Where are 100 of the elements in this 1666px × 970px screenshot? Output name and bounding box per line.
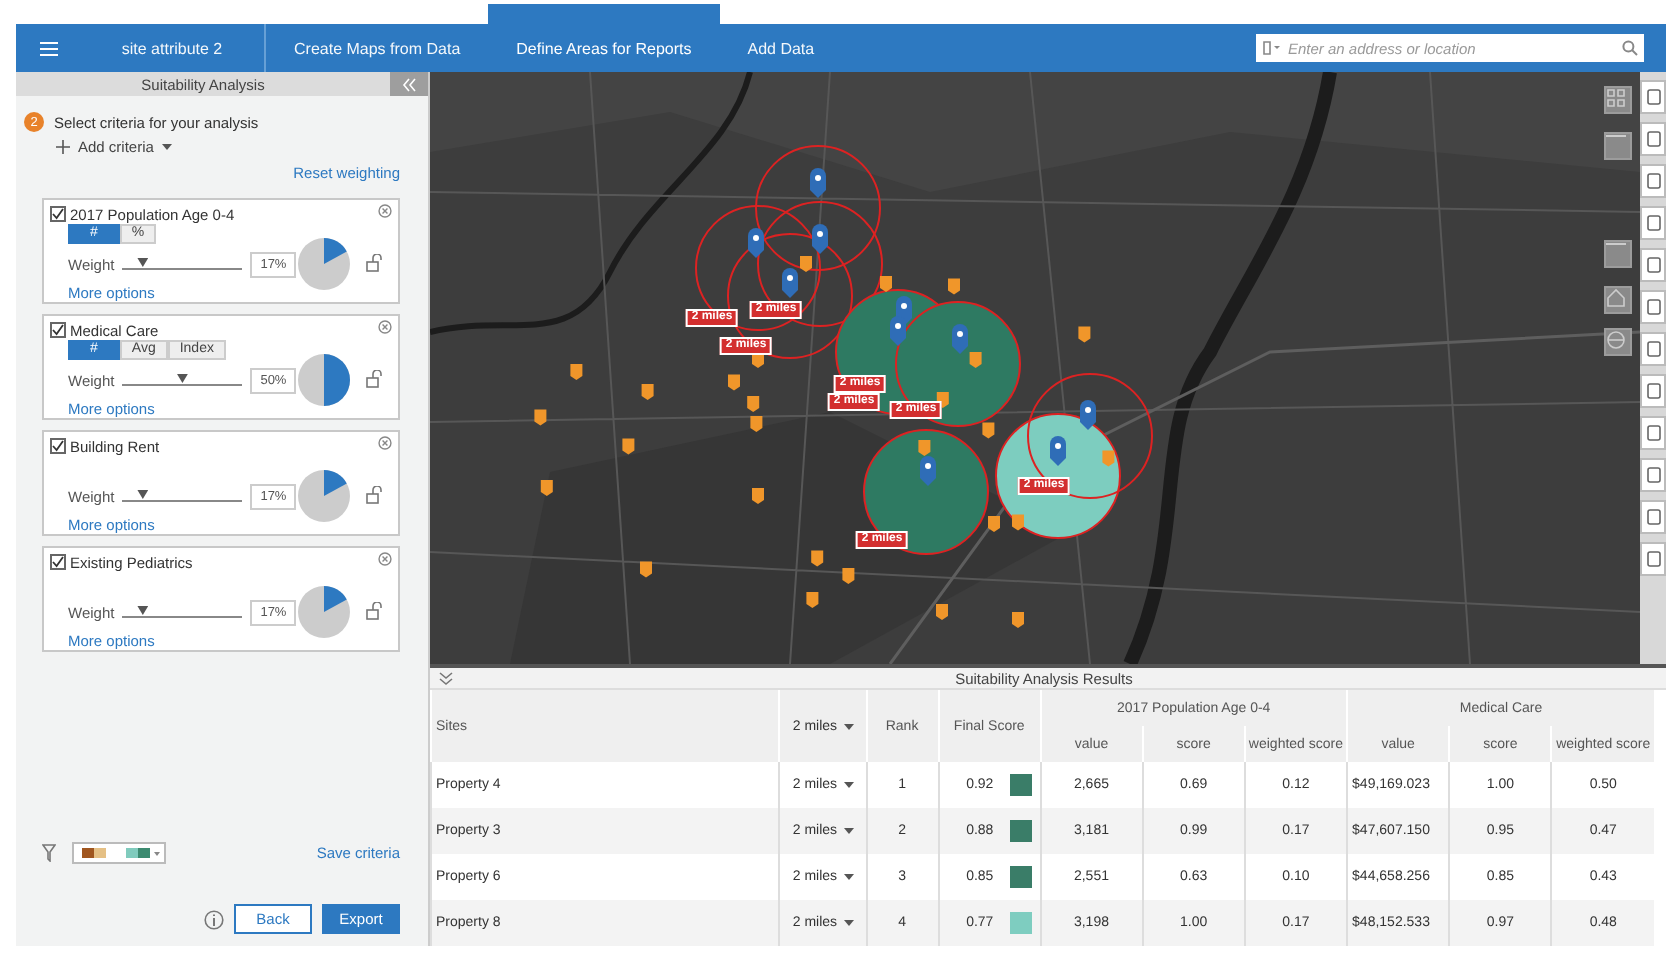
check-icon (52, 440, 64, 452)
menu-icon[interactable] (39, 41, 57, 55)
pin-icon[interactable] (810, 168, 826, 198)
pin-icon[interactable] (748, 228, 764, 258)
tool-button[interactable] (1640, 290, 1666, 324)
marker-icon[interactable] (752, 488, 764, 504)
marker-icon[interactable] (750, 416, 763, 432)
checkbox[interactable] (50, 206, 66, 222)
caret-icon (843, 920, 854, 926)
marker-icon[interactable] (918, 440, 931, 456)
tool-button[interactable] (1640, 164, 1666, 198)
check-icon (52, 556, 64, 568)
collapse-button[interactable] (390, 72, 428, 96)
search-icon[interactable] (1622, 40, 1638, 56)
square-icon (1645, 256, 1661, 274)
pin-icon[interactable] (1050, 436, 1066, 466)
marker-icon[interactable] (641, 384, 654, 400)
lock-icon[interactable] (366, 602, 383, 620)
caret-icon (843, 782, 854, 788)
pin-icon[interactable] (920, 456, 936, 486)
close-icon[interactable] (378, 320, 393, 334)
tool-button[interactable] (1640, 458, 1666, 492)
buffer-circle (755, 145, 881, 271)
caret-icon (843, 828, 854, 834)
marker-icon[interactable] (640, 561, 652, 578)
pin-icon[interactable] (952, 324, 968, 354)
checkbox[interactable] (50, 322, 66, 338)
marker-icon[interactable] (1012, 612, 1024, 628)
square-icon (1645, 214, 1661, 232)
info-icon[interactable] (204, 909, 224, 929)
double-chevron-icon (402, 77, 416, 91)
check-icon (52, 208, 64, 220)
checkbox[interactable] (50, 554, 66, 570)
check-icon (52, 324, 64, 336)
weight-pie-chart (296, 467, 353, 523)
marker-icon[interactable] (1102, 450, 1115, 467)
collapse-icon[interactable] (438, 671, 454, 685)
marker-icon[interactable] (747, 396, 760, 412)
marker-icon[interactable] (969, 352, 982, 368)
weight-slider[interactable] (122, 605, 243, 621)
square-icon (1645, 340, 1661, 358)
minus-icon (1606, 242, 1626, 246)
marker-icon[interactable] (1012, 514, 1024, 531)
tool-button[interactable] (1640, 122, 1666, 156)
square-icon (1645, 298, 1661, 316)
marker-icon[interactable] (540, 480, 553, 496)
lock-icon[interactable] (366, 370, 383, 388)
pin-icon[interactable] (890, 316, 906, 346)
color-ramp-icon (79, 846, 159, 860)
marker-icon[interactable] (570, 364, 583, 380)
plus-icon (56, 140, 70, 154)
checkbox[interactable] (50, 438, 66, 454)
minus-icon (1606, 134, 1626, 138)
square-icon (1645, 424, 1661, 442)
tool-button[interactable] (1640, 374, 1666, 408)
color-ramp-dropdown[interactable] (72, 842, 166, 864)
close-icon[interactable] (378, 552, 393, 566)
locator-icon[interactable] (1262, 40, 1282, 56)
marker-icon[interactable] (622, 438, 635, 455)
pin-icon[interactable] (782, 268, 798, 298)
tool-button[interactable] (1640, 206, 1666, 240)
buffer-circle (1027, 373, 1153, 499)
square-icon (1645, 508, 1661, 526)
tool-button[interactable] (1640, 542, 1666, 576)
lock-icon[interactable] (366, 486, 383, 504)
tool-button[interactable] (1640, 332, 1666, 366)
marker-icon[interactable] (728, 374, 740, 391)
pin-icon[interactable] (1080, 400, 1096, 430)
square-icon (1645, 130, 1661, 148)
tool-button[interactable] (1640, 500, 1666, 534)
marker-icon[interactable] (842, 568, 855, 584)
filter-icon[interactable] (42, 844, 56, 862)
tool-button[interactable] (1640, 80, 1666, 114)
globe-icon (1606, 330, 1626, 350)
weight-slider[interactable] (122, 373, 243, 389)
marker-icon[interactable] (1078, 326, 1091, 343)
home-icon (1606, 288, 1626, 308)
pin-icon[interactable] (812, 224, 828, 254)
weight-pie-chart (296, 583, 353, 639)
weight-slider[interactable] (122, 489, 243, 505)
weight-pie-chart (296, 235, 353, 291)
grid-icon (1606, 88, 1626, 108)
tool-button[interactable] (1640, 248, 1666, 282)
square-icon (1645, 466, 1661, 484)
square-icon (1645, 172, 1661, 190)
close-icon[interactable] (378, 436, 393, 450)
tool-button[interactable] (1640, 416, 1666, 450)
square-icon (1645, 550, 1661, 568)
close-icon[interactable] (378, 204, 393, 218)
lock-icon[interactable] (366, 254, 383, 272)
square-icon (1645, 382, 1661, 400)
marker-icon[interactable] (534, 409, 547, 426)
marker-icon[interactable] (880, 276, 892, 292)
marker-icon[interactable] (936, 604, 948, 620)
marker-icon[interactable] (811, 550, 824, 567)
weight-slider[interactable] (122, 257, 243, 273)
marker-icon[interactable] (806, 592, 819, 608)
buffer-circle (695, 205, 821, 331)
marker-icon[interactable] (800, 256, 812, 272)
marker-icon[interactable] (948, 278, 960, 295)
